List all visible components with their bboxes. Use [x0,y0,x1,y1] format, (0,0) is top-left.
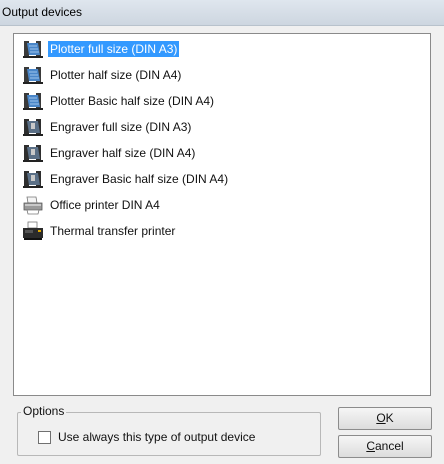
cancel-button-mnemonic: C [366,439,375,453]
plotter-icon [22,64,44,86]
list-item-engraver-half[interactable]: Engraver half size (DIN A4) [22,142,422,164]
ok-button[interactable]: OK [338,407,432,430]
list-item-label: Plotter Basic half size (DIN A4) [50,94,215,108]
engraver-icon [22,142,44,164]
list-item-label: Engraver half size (DIN A4) [50,146,196,160]
cancel-button-label: ancel [374,439,404,453]
printer-icon [22,194,44,216]
list-item-label: Engraver Basic half size (DIN A4) [50,172,229,186]
ok-button-mnemonic: O [376,411,386,425]
use-always-checkbox[interactable] [38,431,51,444]
list-item-thermal-printer[interactable]: Thermal transfer printer [22,220,422,242]
list-item-office-printer[interactable]: Office printer DIN A4 [22,194,422,216]
list-item-label: Thermal transfer printer [50,224,176,238]
engraver-icon [22,168,44,190]
use-always-checkbox-label[interactable]: Use always this type of output device [58,430,255,444]
device-list[interactable]: Plotter full size (DIN A3) Plotter half … [13,33,431,396]
list-item-plotter-half[interactable]: Plotter half size (DIN A4) [22,64,422,86]
list-item-label: Plotter half size (DIN A4) [50,68,182,82]
list-item-engraver-basic-half[interactable]: Engraver Basic half size (DIN A4) [22,168,422,190]
list-item-label: Plotter full size (DIN A3) [48,41,180,57]
plotter-icon [22,90,44,112]
list-item-label: Engraver full size (DIN A3) [50,120,192,134]
title-bar: Output devices [0,0,444,26]
ok-button-label: K [385,411,394,425]
list-item-plotter-basic-half[interactable]: Plotter Basic half size (DIN A4) [22,90,422,112]
plotter-icon [22,38,44,60]
cancel-button[interactable]: Cancel [338,435,432,458]
window-title: Output devices [2,5,83,19]
engraver-icon [22,116,44,138]
list-item-plotter-full[interactable]: Plotter full size (DIN A3) [22,38,422,60]
options-legend: Options [21,404,67,418]
list-item-engraver-full[interactable]: Engraver full size (DIN A3) [22,116,422,138]
list-item-label: Office printer DIN A4 [50,198,160,212]
output-devices-dialog: Output devices Plotter full size (DIN A3… [0,0,444,464]
thermal-printer-icon [22,220,44,242]
